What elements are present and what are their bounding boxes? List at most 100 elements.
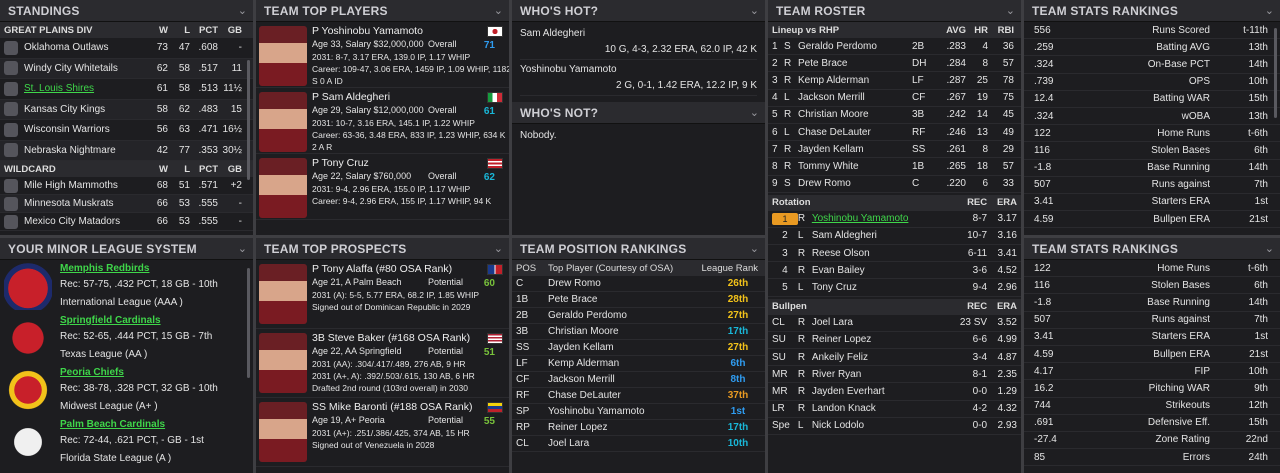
player-name[interactable]: River Ryan (812, 369, 957, 380)
player-name[interactable]: Jackson Merrill (548, 374, 688, 385)
player-name[interactable]: Christian Moore (798, 109, 912, 120)
player-name[interactable]: Kemp Alderman (798, 75, 912, 86)
scrollbar[interactable] (1274, 28, 1277, 118)
batting-order: 7 (772, 143, 778, 155)
gb: 11½ (223, 83, 242, 95)
player-name[interactable]: Drew Romo (798, 178, 912, 189)
player-name[interactable]: Nick Lodolo (812, 420, 957, 431)
player-name[interactable]: 3B Steve Baker (#168 OSA Rank) (312, 332, 470, 344)
player-name[interactable]: Reese Olson (812, 248, 957, 259)
team-name[interactable]: St. Louis Shires (24, 83, 144, 94)
player-name[interactable]: Drew Romo (548, 278, 688, 289)
pct: .555 (198, 198, 218, 209)
stat-rank: 7th (1254, 314, 1268, 326)
team-name[interactable]: Wisconsin Warriors (24, 124, 144, 135)
player-name[interactable]: Tony Cruz (812, 282, 957, 293)
stat-value: 122 (1034, 262, 1051, 274)
player-name[interactable]: Reiner Lopez (812, 334, 957, 345)
collapse-icon[interactable]: ⌄ (238, 4, 247, 17)
stat-line: 2031 (A): 5-5, 5.77 ERA, 68.2 IP, 1.85 W… (312, 290, 480, 300)
player-name[interactable]: SS Mike Baronti (#188 OSA Rank) (312, 401, 473, 413)
team-name[interactable]: Minnesota Muskrats (24, 198, 144, 209)
position: LF (912, 74, 924, 86)
player-name[interactable]: Yoshinobu Yamamoto (812, 213, 957, 224)
collapse-icon[interactable]: ⌄ (1265, 242, 1274, 255)
team-logo-icon (4, 196, 18, 211)
wins: 66 (156, 216, 168, 227)
hot-player-name[interactable]: Yoshinobu Yamamoto (520, 62, 757, 78)
player-name[interactable]: Evan Bailey (812, 265, 957, 276)
player-name[interactable]: Geraldo Perdomo (798, 41, 912, 52)
team-name[interactable]: Mile High Mammoths (24, 180, 144, 191)
player-name[interactable]: Kemp Alderman (548, 358, 688, 369)
player-name[interactable]: Sam Aldegheri (812, 230, 957, 241)
team-name[interactable]: Kansas City Kings (24, 104, 144, 115)
team-stats-rankings-panel-2: TEAM STATS RANKINGS ⌄ 122 Home Runs t-6th 11… (1024, 238, 1280, 473)
roster-row: 5 L Tony Cruz 9-4 2.96 (768, 279, 1021, 297)
scrollbar[interactable] (247, 60, 250, 180)
player-name[interactable]: Joel Lara (812, 317, 957, 328)
roster-row: Spe L Nick Lodolo 0-0 2.93 (768, 418, 1021, 435)
player-name[interactable]: Pete Brace (548, 294, 688, 305)
hand: R (784, 109, 792, 121)
roster-row: SU R Ankeily Feliz 3-4 4.87 (768, 349, 1021, 367)
losses: 51 (178, 180, 190, 191)
player-name[interactable]: Chase DeLauter (798, 127, 912, 138)
losses: 47 (178, 42, 190, 54)
minor-team-name[interactable]: Palm Beach Cardinals (60, 419, 165, 430)
player-name[interactable]: Geraldo Perdomo (548, 310, 688, 321)
collapse-icon[interactable]: ⌄ (1006, 4, 1015, 17)
roster-row: 4 R Evan Bailey 3-6 4.52 (768, 262, 1021, 280)
batting-order: 6 (772, 126, 778, 138)
minor-team-name[interactable]: Peoria Chiefs (60, 367, 124, 378)
collapse-icon[interactable]: ⌄ (494, 4, 503, 17)
player-name[interactable]: Jayden Kellam (548, 342, 688, 353)
wildcard-row: Mile High Mammoths 68 51 .571 +2 (0, 177, 253, 195)
roster-row: SU R Reiner Lopez 6-6 4.99 (768, 332, 1021, 349)
player-name[interactable]: Jayden Everhart (812, 386, 957, 397)
hand: R (784, 74, 792, 86)
position: CF (516, 374, 530, 385)
team-logo-icon (4, 122, 18, 137)
stat-name: Strikeouts (1165, 400, 1210, 412)
stat-name: Starters ERA (1151, 196, 1210, 208)
position-rankings-panel: TEAM POSITION RANKINGS ⌄ POS Top Player (C… (512, 238, 765, 473)
player-name[interactable]: P Tony Cruz (312, 157, 369, 169)
stat-row: 4.59 Bullpen ERA 21st (1024, 211, 1280, 229)
team-name[interactable]: Windy City Whitetails (24, 63, 144, 74)
minor-team-name[interactable]: Memphis Redbirds (60, 263, 149, 274)
stat-line: Signed out of Venezuela in 2028 (312, 440, 435, 450)
player-name[interactable]: Landon Knack (812, 403, 957, 414)
player-name[interactable]: P Tony Alaffa (#80 OSA Rank) (312, 263, 452, 275)
player-name[interactable]: P Sam Aldegheri (312, 91, 390, 103)
player-name[interactable]: Yoshinobu Yamamoto (548, 406, 688, 417)
collapse-icon[interactable]: ⌄ (238, 242, 247, 255)
collapse-icon[interactable]: ⌄ (750, 106, 759, 119)
scrollbar[interactable] (247, 268, 250, 378)
player-name[interactable]: Christian Moore (548, 326, 688, 337)
player-name[interactable]: Chase DeLauter (548, 390, 688, 401)
player-name[interactable]: Joel Lara (548, 438, 688, 449)
roster-row: 3 R Reese Olson 6-11 3.41 (768, 245, 1021, 263)
collapse-icon[interactable]: ⌄ (494, 242, 503, 255)
minor-team-name[interactable]: Springfield Cardinals (60, 315, 161, 326)
player-name[interactable]: Jayden Kellam (798, 144, 912, 155)
stat-row: 12.4 Batting WAR 15th (1024, 91, 1280, 108)
collapse-icon[interactable]: ⌄ (1265, 4, 1274, 17)
player-name[interactable]: Pete Brace (798, 58, 912, 69)
player-name[interactable]: Reiner Lopez (548, 422, 688, 433)
player-name[interactable]: P Yoshinobu Yamamoto (312, 25, 423, 37)
player-info: Age 22, AA Springfield (312, 346, 402, 356)
team-name[interactable]: Mexico City Matadors (24, 216, 144, 227)
hot-player-name[interactable]: Sam Aldegheri (520, 26, 757, 42)
player-name[interactable]: Jackson Merrill (798, 92, 912, 103)
team-name[interactable]: Oklahoma Outlaws (24, 42, 144, 53)
player-name[interactable]: Tommy White (798, 161, 912, 172)
player-name[interactable]: Ankeily Feliz (812, 352, 957, 363)
stat-line: 2031 (AA): .304/.417/.489, 276 AB, 9 HR (312, 359, 466, 369)
avg: .283 (946, 40, 966, 52)
collapse-icon[interactable]: ⌄ (750, 242, 759, 255)
team-name[interactable]: Nebraska Nightmare (24, 145, 144, 156)
position: CF (912, 92, 926, 104)
collapse-icon[interactable]: ⌄ (750, 4, 759, 17)
